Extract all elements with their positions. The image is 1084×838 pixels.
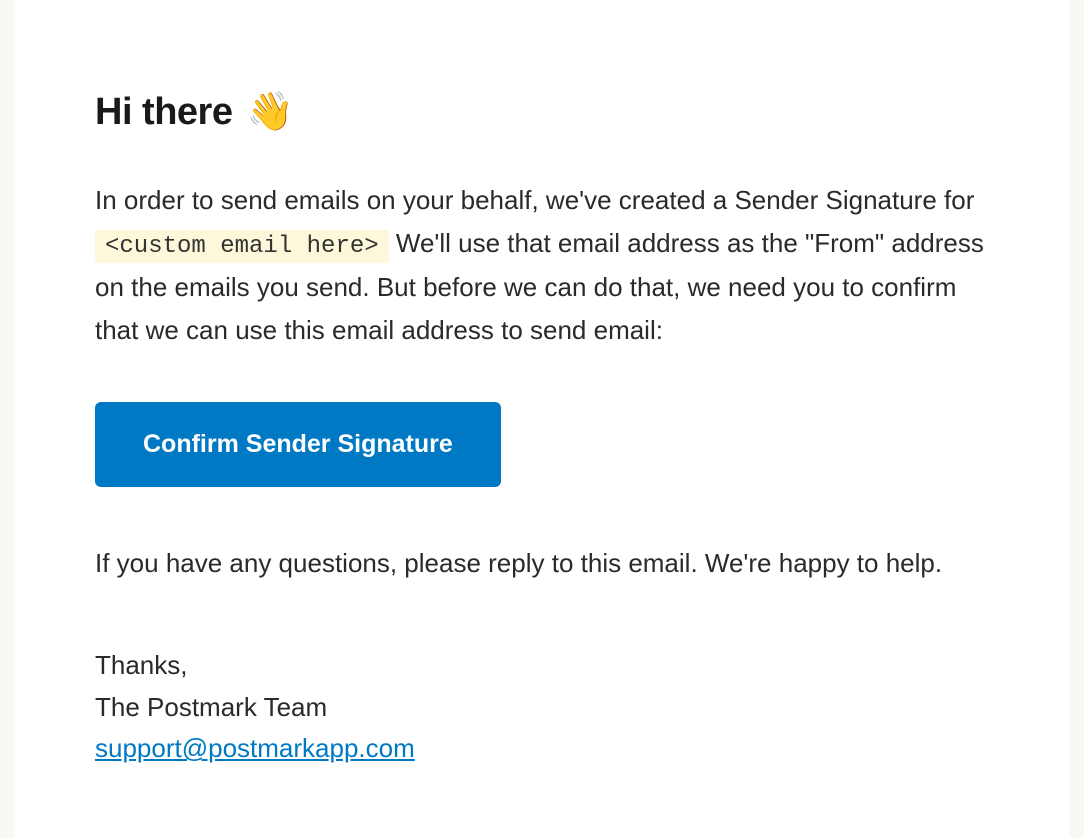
greeting-heading: Hi there 👋 [95,90,989,134]
signature-block: Thanks, The Postmark Team support@postma… [95,645,989,770]
email-container: Hi there 👋 In order to send emails on yo… [15,0,1069,838]
signature-thanks: Thanks, [95,645,989,687]
confirm-sender-signature-button[interactable]: Confirm Sender Signature [95,402,501,487]
signature-team: The Postmark Team [95,687,989,729]
greeting-text: Hi there [95,91,232,133]
body-paragraph: In order to send emails on your behalf, … [95,179,989,352]
body-text-part1: In order to send emails on your behalf, … [95,185,974,215]
wave-icon: 👋 [247,91,294,133]
help-paragraph: If you have any questions, please reply … [95,542,989,585]
support-email-link[interactable]: support@postmarkapp.com [95,733,415,763]
email-placeholder: <custom email here> [95,230,389,263]
